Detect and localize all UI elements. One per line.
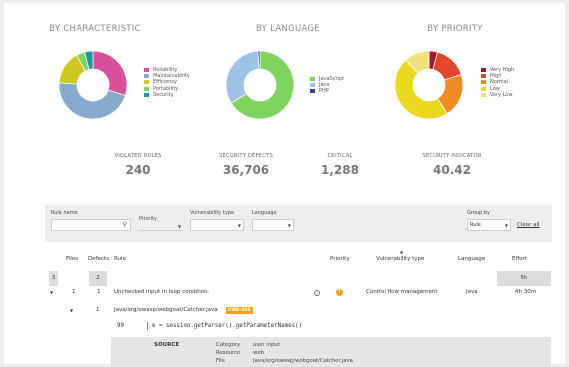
column-header-defects[interactable]: Defects	[88, 256, 109, 262]
legend-swatch	[310, 89, 315, 94]
legend-swatch	[481, 74, 486, 79]
file-defect-count: 1	[96, 307, 100, 313]
chevron-down-icon: ▼	[177, 224, 181, 229]
donut-slice-java[interactable]	[225, 50, 260, 104]
legend-swatch	[310, 77, 315, 82]
chevron-down-icon: ▼	[237, 223, 241, 228]
code-snippet: e = session.getParser().getParameterName…	[152, 323, 303, 329]
legend-swatch	[481, 92, 486, 97]
language-donut-chart[interactable]	[225, 50, 295, 120]
expand-toggle-icon[interactable]: ▼	[50, 290, 53, 295]
summary-row: 3 2 5h	[49, 271, 551, 286]
critical-value: 1,288	[321, 163, 359, 177]
search-icon[interactable]: ⚲	[123, 221, 127, 228]
file-path-link[interactable]: Java/org/owasp/webgoat/Catcher.java	[114, 307, 218, 313]
summary-effort: 5h	[497, 271, 551, 286]
language-select[interactable]: ▼	[252, 219, 294, 231]
row-language: Java	[466, 289, 478, 295]
code-highlight-marker	[147, 322, 148, 330]
code-line-number: 99	[117, 323, 124, 329]
rule-name-input[interactable]: ⚲	[51, 219, 131, 231]
group-by-select[interactable]: Rule ▼	[467, 219, 511, 231]
group-by-label: Group by	[467, 210, 490, 216]
source-category-value: user input	[253, 342, 280, 348]
legend-swatch	[481, 80, 486, 85]
chart-title-characteristic: BY CHARACTERISTIC	[49, 24, 141, 34]
chart-title-language: BY LANGUAGE	[255, 24, 321, 34]
critical-label: CRITICAL	[327, 153, 353, 159]
priority-donut-chart[interactable]	[394, 50, 464, 120]
summary-defects: 2	[89, 271, 107, 286]
vulnerability-type-label: Vulnerability type	[190, 210, 235, 216]
legend-swatch	[144, 92, 149, 97]
priority-high-icon: !	[336, 289, 343, 296]
column-header-priority[interactable]: Priority	[330, 256, 350, 262]
info-icon[interactable]: i	[314, 290, 320, 296]
source-title: SOURCE	[154, 342, 180, 348]
violated-rules-label: VIOLATED RULES	[114, 153, 162, 159]
security-defects-value: 36,706	[222, 163, 270, 177]
legend-swatch	[144, 74, 149, 79]
legend-swatch	[144, 86, 149, 91]
column-header-effort[interactable]: Effort	[512, 256, 527, 262]
cwe-badge[interactable]: CWE-606	[226, 307, 253, 314]
rule-name-label: Rule name	[51, 210, 78, 216]
group-by-value: Rule	[470, 222, 481, 228]
source-resource-value: web	[253, 350, 264, 356]
chart-title-priority: BY PRIORITY	[427, 24, 483, 34]
sort-ascending-icon: ▲	[400, 249, 404, 254]
column-header-files[interactable]: Files	[66, 256, 78, 262]
chevron-down-icon: ▼	[287, 223, 291, 228]
column-header-language[interactable]: Language	[458, 256, 485, 262]
summary-files: 3	[49, 271, 58, 286]
priority-legend: Very High High Normal Low Very Low	[481, 67, 514, 98]
legend-swatch	[310, 83, 315, 88]
legend-label: Security	[153, 91, 174, 98]
legend-item[interactable]: Very Low	[481, 92, 514, 98]
source-details-panel: SOURCE Category user input Resource web …	[111, 337, 551, 367]
legend-label: Very Low	[490, 91, 513, 98]
column-header-rule[interactable]: Rule	[114, 256, 126, 262]
security-indicator-value: 40.42	[433, 163, 471, 177]
legend-item[interactable]: Security	[144, 92, 190, 98]
legend-item[interactable]: PHP	[310, 88, 344, 94]
vulnerability-type-select[interactable]: ▼	[190, 219, 244, 231]
characteristic-donut-chart[interactable]	[58, 50, 128, 120]
row-defects: 1	[97, 289, 101, 295]
source-resource-key: Resource	[216, 350, 241, 356]
language-filter-label: Language	[252, 210, 277, 216]
row-files: 1	[72, 289, 76, 295]
donut-slice-reliability[interactable]	[92, 50, 128, 97]
security-dashboard: BY CHARACTERISTIC BY LANGUAGE BY PRIORIT…	[4, 3, 565, 367]
priority-select[interactable]: ▼	[139, 223, 183, 231]
legend-swatch	[144, 68, 149, 73]
security-defects-label: SECURITY DEFECTS	[219, 153, 273, 159]
legend-label: PHP	[319, 88, 329, 95]
row-effort: 4h 30m	[515, 289, 537, 295]
legend-swatch	[481, 68, 486, 73]
source-category-key: Category	[216, 342, 241, 348]
source-file-key: File	[216, 358, 225, 364]
legend-swatch	[144, 80, 149, 85]
filter-bar: Rule name ⚲ Priority ▼ Vulnerability typ…	[45, 205, 552, 242]
security-indicator-label: SECURITY INDICATOR	[422, 153, 482, 159]
row-vulnerability-type: Control flow management	[366, 289, 438, 295]
source-file-value: Java/org/owasp/webgoat/Catcher.java	[253, 358, 353, 364]
clear-all-link[interactable]: Clear all	[517, 222, 540, 228]
priority-label: Priority	[139, 216, 157, 222]
language-legend: JavaScript Java PHP	[310, 76, 344, 95]
characteristic-legend: Reliability Maintainability Efficiency P…	[144, 67, 190, 98]
column-header-vulnerability-type[interactable]: Vulnerability type	[376, 256, 424, 262]
legend-swatch	[481, 86, 486, 91]
chevron-down-icon: ▼	[504, 223, 508, 228]
row-rule-name[interactable]: Unchecked input in loop condition.	[114, 289, 209, 295]
violated-rules-value: 240	[125, 163, 151, 177]
expand-file-toggle-icon[interactable]: ▼	[70, 308, 73, 313]
